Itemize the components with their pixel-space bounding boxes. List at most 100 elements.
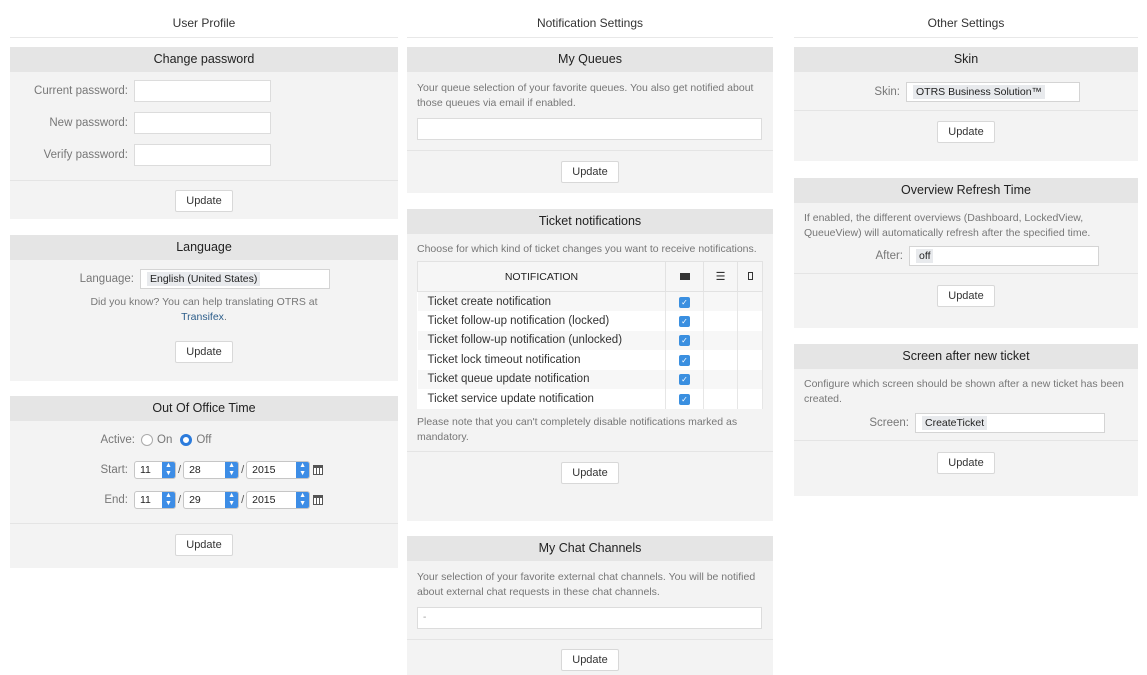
mobile-cell — [737, 330, 763, 350]
list-cell — [703, 291, 738, 311]
new-password-input[interactable] — [134, 112, 271, 134]
other-settings-column: Other Settings Skin Skin: OTRS Business … — [794, 0, 1138, 496]
email-checkbox[interactable]: ✓ — [679, 354, 690, 366]
ticket-notifications-update-button[interactable]: Update — [561, 461, 619, 484]
chat-channels-input[interactable]: - — [417, 607, 762, 629]
table-row: Ticket follow-up notification (unlocked)… — [417, 330, 763, 350]
end-month-select[interactable]: 11 ▲ ▼ — [134, 491, 176, 509]
mobile-cell — [737, 369, 763, 389]
ticket-notifications-header: Ticket notifications — [407, 209, 773, 234]
envelope-icon — [679, 272, 690, 280]
table-row: Ticket queue update notification ✓ — [417, 369, 763, 389]
table-row: Ticket create notification ✓ — [417, 291, 763, 311]
language-update-button[interactable]: Update — [175, 341, 233, 363]
table-row: Ticket follow-up notification (locked) ✓ — [417, 311, 763, 331]
chat-channels-update-button[interactable]: Update — [561, 649, 619, 671]
ticket-notifications-card: Ticket notifications Choose for which ki… — [407, 209, 773, 521]
screen-after-update-button[interactable]: Update — [937, 452, 995, 474]
screen-after-header: Screen after new ticket — [794, 344, 1138, 369]
list-cell — [703, 330, 738, 350]
notification-name: Ticket service update notification — [417, 389, 666, 409]
mobile-cell — [737, 389, 763, 409]
user-profile-title: User Profile — [10, 0, 398, 38]
notification-name: Ticket follow-up notification (unlocked) — [417, 330, 666, 350]
start-calendar-icon[interactable] — [313, 465, 324, 475]
refresh-after-select[interactable]: off — [909, 246, 1099, 266]
list-column-header: ☰ — [703, 261, 738, 292]
out-of-office-update-button[interactable]: Update — [175, 534, 233, 556]
skin-update-button[interactable]: Update — [937, 121, 995, 143]
other-settings-title: Other Settings — [794, 0, 1138, 38]
list-cell — [703, 369, 738, 389]
email-checkbox-cell: ✓ — [665, 311, 704, 331]
language-card: Language Language: English (United State… — [10, 235, 398, 381]
current-password-label: Current password: — [34, 85, 128, 97]
email-checkbox[interactable]: ✓ — [679, 335, 690, 347]
active-off-label: Off — [196, 434, 212, 446]
email-column-header — [665, 261, 704, 292]
email-checkbox[interactable]: ✓ — [679, 315, 690, 327]
start-year-select[interactable]: 2015 ▲ ▼ — [246, 461, 311, 479]
user-profile-column: User Profile Change password Current pas… — [10, 0, 398, 568]
start-day-select[interactable]: 28 ▲ ▼ — [183, 461, 240, 479]
language-hint: Did you know? You can help translating O… — [90, 296, 318, 323]
email-checkbox-cell: ✓ — [665, 291, 704, 311]
notification-name: Ticket follow-up notification (locked) — [417, 311, 666, 331]
end-calendar-icon[interactable] — [313, 495, 324, 505]
active-off-radio[interactable] — [180, 434, 193, 446]
mobile-icon — [747, 271, 753, 280]
list-cell — [703, 350, 738, 370]
my-queues-card: My Queues Your queue selection of your f… — [407, 47, 773, 193]
active-on-label: On — [157, 434, 173, 446]
out-of-office-header: Out Of Office Time — [10, 396, 398, 421]
ticket-notifications-description: Choose for which kind of ticket changes … — [417, 243, 757, 255]
my-queues-header: My Queues — [407, 47, 773, 72]
end-day-select[interactable]: 29 ▲ ▼ — [183, 491, 240, 509]
mobile-cell — [737, 291, 763, 311]
skin-select[interactable]: OTRS Business Solution™ — [906, 82, 1080, 102]
my-queues-description: Your queue selection of your favorite qu… — [417, 82, 754, 109]
notification-settings-title: Notification Settings — [407, 0, 773, 38]
screen-after-description: Configure which screen should be shown a… — [804, 378, 1124, 405]
list-cell — [703, 311, 738, 331]
screen-select[interactable]: CreateTicket — [915, 413, 1105, 433]
end-year-select[interactable]: 2015 ▲ ▼ — [246, 491, 311, 509]
my-queues-input[interactable] — [417, 118, 762, 140]
email-checkbox-cell: ✓ — [665, 369, 704, 389]
mobile-cell — [737, 350, 763, 370]
mandatory-note: Please note that you can't completely di… — [417, 415, 738, 443]
notification-settings-column: Notification Settings My Queues Your que… — [407, 0, 773, 675]
chat-channels-description: Your selection of your favorite external… — [417, 571, 756, 598]
screen-label: Screen: — [869, 417, 909, 429]
chat-channels-card: My Chat Channels Your selection of your … — [407, 536, 773, 675]
change-password-card: Change password Current password: New pa… — [10, 47, 398, 219]
start-month-select[interactable]: 11 ▲ ▼ — [134, 461, 176, 479]
list-icon: ☰ — [715, 271, 726, 283]
notification-name: Ticket create notification — [417, 291, 666, 311]
refresh-description: If enabled, the different overviews (Das… — [804, 212, 1091, 239]
active-on-radio[interactable] — [141, 434, 153, 446]
language-select[interactable]: English (United States) — [140, 269, 330, 289]
transifex-link[interactable]: Transifex — [181, 311, 224, 323]
list-cell — [703, 389, 738, 409]
notification-name: Ticket lock timeout notification — [417, 350, 666, 370]
mobile-cell — [737, 311, 763, 331]
email-checkbox[interactable]: ✓ — [679, 374, 690, 386]
notification-table: NOTIFICATION ☰ Ticket create notificatio… — [417, 261, 763, 409]
language-label: Language: — [79, 273, 134, 285]
email-checkbox-cell: ✓ — [665, 330, 704, 350]
current-password-input[interactable] — [134, 80, 271, 102]
mobile-column-header — [737, 261, 763, 292]
change-password-update-button[interactable]: Update — [175, 190, 233, 212]
email-checkbox[interactable]: ✓ — [679, 393, 690, 405]
my-queues-update-button[interactable]: Update — [561, 161, 619, 183]
notification-name: Ticket queue update notification — [417, 369, 666, 389]
verify-password-input[interactable] — [134, 144, 271, 166]
new-password-label: New password: — [49, 117, 128, 129]
skin-label: Skin: — [874, 86, 900, 98]
table-row: Ticket lock timeout notification ✓ — [417, 350, 763, 370]
refresh-update-button[interactable]: Update — [937, 285, 995, 307]
skin-card: Skin Skin: OTRS Business Solution™ Updat… — [794, 47, 1138, 161]
email-checkbox[interactable]: ✓ — [679, 296, 690, 308]
active-label: Active: — [100, 434, 135, 446]
